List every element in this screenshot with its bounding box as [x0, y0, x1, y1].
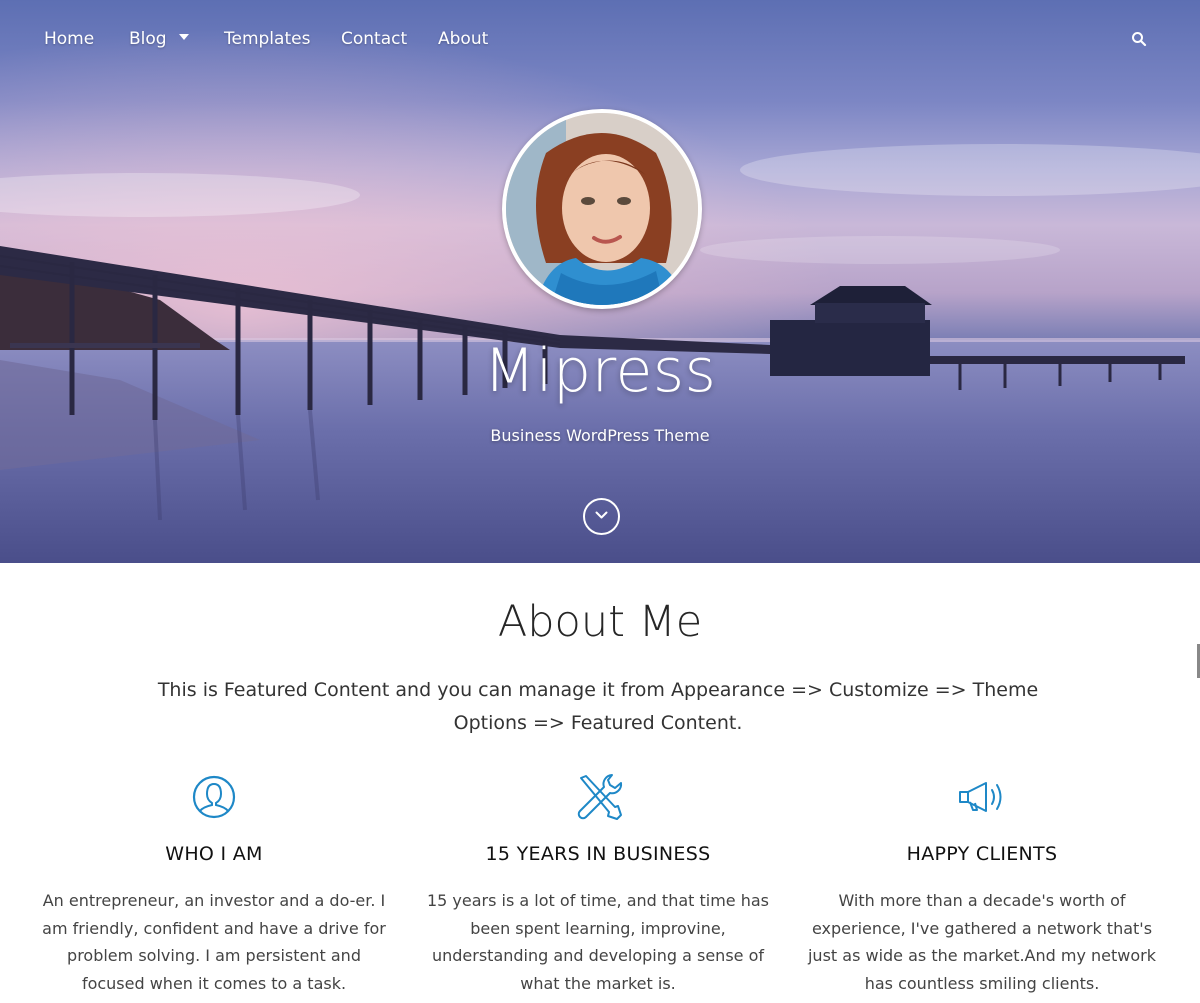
hero-section: Home Blog Templates Contact About Mipres… — [0, 0, 1200, 563]
feature-title: HAPPY CLIENTS — [906, 843, 1058, 865]
nav-templates[interactable]: Templates — [224, 28, 310, 50]
feature-text: 15 years is a lot of time, and that time… — [426, 891, 770, 993]
profile-photo — [506, 113, 698, 305]
scroll-down-button[interactable] — [583, 498, 620, 535]
chevron-down-icon — [595, 511, 608, 519]
feature-title: 15 YEARS IN BUSINESS — [485, 843, 711, 865]
megaphone-icon — [956, 770, 1008, 824]
profile-avatar — [502, 109, 702, 309]
feature-title: WHO I AM — [165, 843, 263, 865]
feature-text: An entrepreneur, an investor and a do-er… — [42, 891, 386, 993]
nav-home[interactable]: Home — [44, 28, 94, 50]
nav-contact[interactable]: Contact — [341, 28, 407, 50]
nav-about[interactable]: About — [438, 28, 488, 50]
tools-icon — [572, 770, 624, 824]
site-title[interactable]: Mipress — [0, 336, 1200, 406]
nav-blog[interactable]: Blog — [129, 28, 189, 50]
section-description: This is Featured Content and you can man… — [157, 679, 1039, 734]
caret-down-icon — [178, 34, 189, 40]
main-navigation: Home Blog Templates Contact About — [0, 0, 1200, 78]
site-tagline: Business WordPress Theme — [490, 426, 710, 445]
section-title: About Me — [497, 597, 703, 647]
feature-text: With more than a decade's worth of exper… — [807, 891, 1156, 993]
search-icon[interactable] — [1131, 31, 1147, 47]
user-icon — [188, 770, 240, 824]
nav-blog-label: Blog — [129, 29, 167, 49]
